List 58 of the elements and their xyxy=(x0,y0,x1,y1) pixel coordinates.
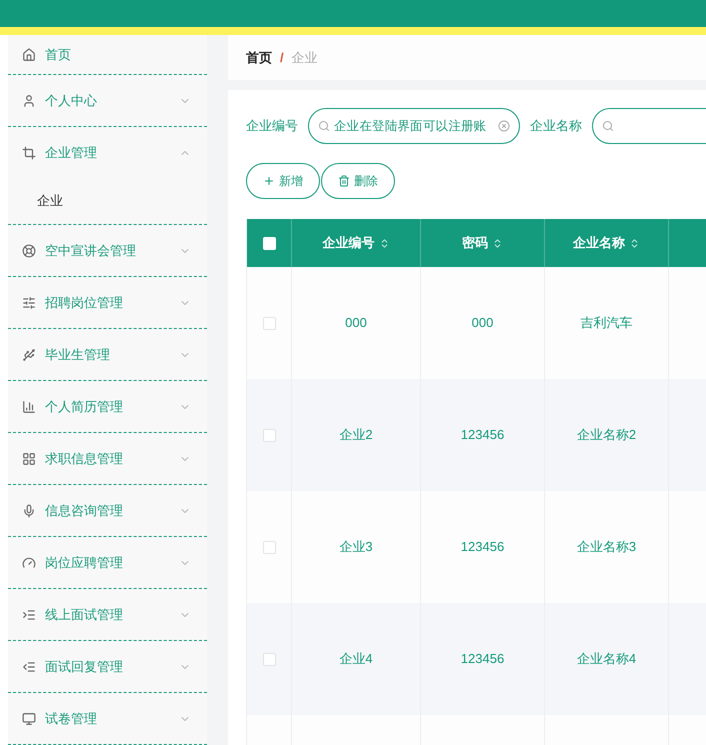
trash-icon xyxy=(338,175,350,187)
breadcrumb-separator: / xyxy=(280,48,284,67)
sidebar-item[interactable]: 个人简历管理 xyxy=(8,381,207,432)
search-icon xyxy=(318,120,330,132)
checkbox[interactable] xyxy=(262,428,276,442)
submenu-item[interactable]: 企业 xyxy=(8,178,207,224)
checkbox[interactable] xyxy=(262,236,276,250)
field-label: 企业名称 xyxy=(530,117,582,136)
monitor-icon xyxy=(22,712,36,726)
gauge-icon xyxy=(22,556,36,570)
outdent-icon xyxy=(22,660,36,674)
clear-icon[interactable] xyxy=(498,120,510,132)
checkbox[interactable] xyxy=(262,316,276,330)
sidebar-item[interactable]: 面试回复管理 xyxy=(8,641,207,692)
crop-icon xyxy=(22,146,36,160)
sidebar-item[interactable]: 首页 xyxy=(8,35,207,74)
field-label: 企业编号 xyxy=(246,117,298,136)
table-cell-text: 123456 xyxy=(460,650,504,668)
plus-icon xyxy=(263,175,275,187)
usb-icon xyxy=(22,348,36,362)
sidebar-item[interactable]: 招聘岗位管理 xyxy=(8,277,207,328)
table-cell-text: 企业名称4 xyxy=(576,650,636,668)
lifebuoy-icon xyxy=(22,244,36,258)
sort-icon xyxy=(492,238,503,248)
sidebar-item[interactable]: 企业管理 xyxy=(8,127,207,178)
table-cell-text: 企业名称3 xyxy=(576,538,636,556)
user-icon xyxy=(22,94,36,108)
sidebar-item[interactable]: 空中宣讲会管理 xyxy=(8,225,207,276)
sidebar-item[interactable]: 求职信息管理 xyxy=(8,433,207,484)
bar-chart-icon xyxy=(22,400,36,414)
table-cell-text: 000 xyxy=(472,314,494,332)
indent-icon xyxy=(22,608,36,622)
table-cell-text: 吉利汽车 xyxy=(580,314,632,332)
table-cell-text: 123456 xyxy=(460,426,504,444)
sort-icon xyxy=(629,238,640,248)
table-cell-text: 123456 xyxy=(460,538,504,556)
search-field[interactable]: 企业在登陆界面可以注册账 xyxy=(308,108,520,144)
sidebar-item[interactable]: 试卷管理 xyxy=(8,693,207,744)
search-icon xyxy=(602,120,614,132)
table-cell-text: 企业4 xyxy=(339,650,373,668)
sidebar-item[interactable]: 线上面试管理 xyxy=(8,589,207,640)
add-button[interactable]: 新增 xyxy=(246,163,320,199)
sidebar-item[interactable]: 个人中心 xyxy=(8,75,207,126)
table-cell-text: 000 xyxy=(345,314,367,332)
sidebar-item[interactable]: 毕业生管理 xyxy=(8,329,207,380)
table-cell-text: 企业名称2 xyxy=(576,426,636,444)
table-cell-text: 企业3 xyxy=(339,538,373,556)
sidebar-item[interactable]: 信息咨询管理 xyxy=(8,485,207,536)
delete-button[interactable]: 删除 xyxy=(321,163,395,199)
breadcrumb-link[interactable]: 首页 xyxy=(246,48,272,68)
checkbox[interactable] xyxy=(262,540,276,554)
microphone-icon xyxy=(22,504,36,518)
sidebar-item[interactable]: 岗位应聘管理 xyxy=(8,537,207,588)
grid-icon xyxy=(22,452,36,466)
home-icon xyxy=(22,48,36,62)
sliders-icon xyxy=(22,296,36,310)
table-cell-text: 企业2 xyxy=(339,426,373,444)
checkbox[interactable] xyxy=(262,652,276,666)
